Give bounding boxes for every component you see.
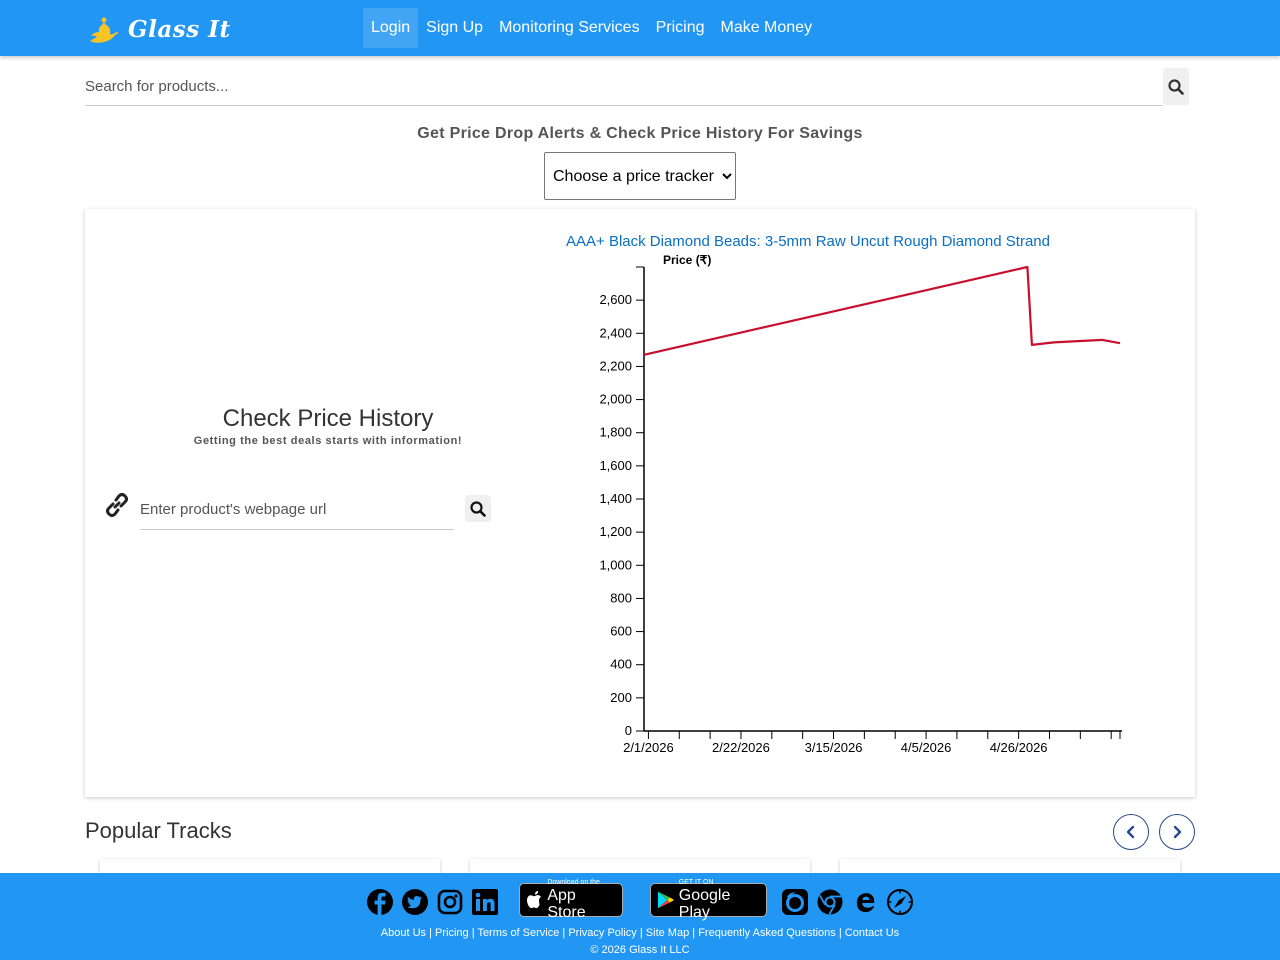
footer-link-pricing[interactable]: Pricing bbox=[435, 927, 469, 939]
y-tick-label: 1,200 bbox=[599, 524, 632, 539]
nav-signup[interactable]: Sign Up bbox=[418, 8, 491, 48]
product-url-input[interactable] bbox=[140, 490, 454, 530]
x-tick-label: 2/1/2026 bbox=[623, 740, 674, 755]
chevron-right-icon bbox=[1173, 825, 1182, 839]
price-tracker-select[interactable]: Choose a price tracker bbox=[544, 152, 736, 200]
y-tick-label: 400 bbox=[610, 657, 632, 672]
footer-link-terms[interactable]: Terms of Service bbox=[477, 927, 559, 939]
y-tick-label: 0 bbox=[625, 723, 632, 738]
search-icon bbox=[470, 500, 486, 517]
y-tick-label: 2,000 bbox=[599, 392, 632, 407]
instagram-icon[interactable] bbox=[436, 888, 464, 916]
y-tick-label: 200 bbox=[610, 690, 632, 705]
footer-link-faq[interactable]: Frequently Asked Questions bbox=[698, 927, 836, 939]
apple-icon bbox=[526, 890, 542, 909]
app-store-small-text: Download on the bbox=[547, 879, 600, 886]
brand-logo[interactable]: Glass It bbox=[86, 10, 231, 48]
price-line bbox=[643, 265, 1121, 356]
carousel-next-button[interactable] bbox=[1159, 814, 1195, 850]
nav-pricing[interactable]: Pricing bbox=[648, 8, 713, 48]
x-tick-label: 3/15/2026 bbox=[805, 740, 863, 755]
top-navbar: Glass It Login Sign Up Monitoring Servic… bbox=[0, 0, 1280, 56]
footer-link-contact[interactable]: Contact Us bbox=[845, 927, 899, 939]
facebook-icon[interactable] bbox=[366, 888, 394, 916]
edge-icon[interactable] bbox=[851, 888, 879, 916]
nav-make-money[interactable]: Make Money bbox=[712, 8, 820, 48]
x-tick-label: 4/5/2026 bbox=[901, 740, 952, 755]
search-icon bbox=[1168, 78, 1184, 95]
check-price-history-subtitle: Getting the best deals starts with infor… bbox=[193, 435, 463, 447]
nav-monitoring-services[interactable]: Monitoring Services bbox=[491, 8, 648, 48]
y-axis: 0 200 400 600 800 1,000 1,200 1,400 1,600 1,800 2,… bbox=[599, 266, 645, 738]
search-input[interactable] bbox=[85, 68, 1163, 106]
y-tick-label: 1,600 bbox=[599, 458, 632, 473]
y-tick-label: 1,400 bbox=[599, 491, 632, 506]
chrome-icon[interactable] bbox=[816, 888, 844, 916]
carousel-prev-button[interactable] bbox=[1113, 814, 1149, 850]
twitter-icon[interactable] bbox=[401, 888, 429, 916]
tagline: Get Price Drop Alerts & Check Price Hist… bbox=[417, 125, 863, 142]
y-axis-label: Price (₹) bbox=[663, 253, 711, 267]
x-tick-label: 2/22/2026 bbox=[712, 740, 770, 755]
chevron-left-icon bbox=[1126, 825, 1135, 839]
footer: Download on the App Store GET IT ON Goog… bbox=[0, 873, 1280, 960]
footer-link-privacy[interactable]: Privacy Policy bbox=[568, 927, 636, 939]
safari-icon[interactable] bbox=[886, 888, 914, 916]
footer-link-about[interactable]: About Us bbox=[381, 927, 426, 939]
firefox-icon[interactable] bbox=[781, 888, 809, 916]
link-icon bbox=[106, 493, 128, 517]
chart-title[interactable]: AAA+ Black Diamond Beads: 3-5mm Raw Uncu… bbox=[566, 233, 1050, 250]
footer-links: About Us | Pricing | Terms of Service | … bbox=[380, 927, 900, 939]
google-play-icon bbox=[657, 891, 674, 909]
x-axis: 2/1/2026 2/22/2026 3/15/2026 4/5/2026 4/26/2… bbox=[623, 730, 1122, 755]
google-play-big-text: Google Play bbox=[678, 887, 731, 921]
footer-link-sitemap[interactable]: Site Map bbox=[646, 927, 689, 939]
url-search-button[interactable] bbox=[465, 495, 491, 522]
genie-lamp-icon bbox=[90, 17, 119, 43]
nav-login[interactable]: Login bbox=[363, 8, 419, 48]
copyright: © 2026 Glass It LLC bbox=[590, 944, 690, 956]
popular-tracks-title: Popular Tracks bbox=[85, 818, 232, 843]
y-tick-label: 800 bbox=[610, 590, 632, 605]
check-price-history-title: Check Price History bbox=[222, 405, 434, 432]
y-tick-label: 2,200 bbox=[599, 358, 632, 373]
y-tick-label: 2,400 bbox=[599, 325, 632, 340]
nav-links: Login Sign Up Monitoring Services Pricin… bbox=[363, 8, 820, 48]
x-tick-label: 4/26/2026 bbox=[990, 740, 1048, 755]
series-layer bbox=[643, 265, 1121, 356]
search-button[interactable] bbox=[1163, 68, 1189, 105]
product-search bbox=[85, 68, 1189, 106]
y-tick-label: 1,800 bbox=[599, 425, 632, 440]
google-play-badge[interactable]: GET IT ON Google Play bbox=[650, 879, 767, 921]
linkedin-icon[interactable] bbox=[471, 888, 499, 916]
y-tick-label: 2,600 bbox=[599, 292, 632, 307]
y-tick-label: 600 bbox=[610, 624, 632, 639]
app-store-big-text: App Store bbox=[547, 887, 586, 921]
brand-name: Glass It bbox=[128, 15, 231, 43]
price-history-chart: AAA+ Black Diamond Beads: 3-5mm Raw Uncu… bbox=[566, 233, 1122, 755]
y-tick-label: 1,000 bbox=[599, 557, 632, 572]
google-play-small-text: GET IT ON bbox=[678, 879, 714, 886]
app-store-badge[interactable]: Download on the App Store bbox=[519, 879, 623, 921]
